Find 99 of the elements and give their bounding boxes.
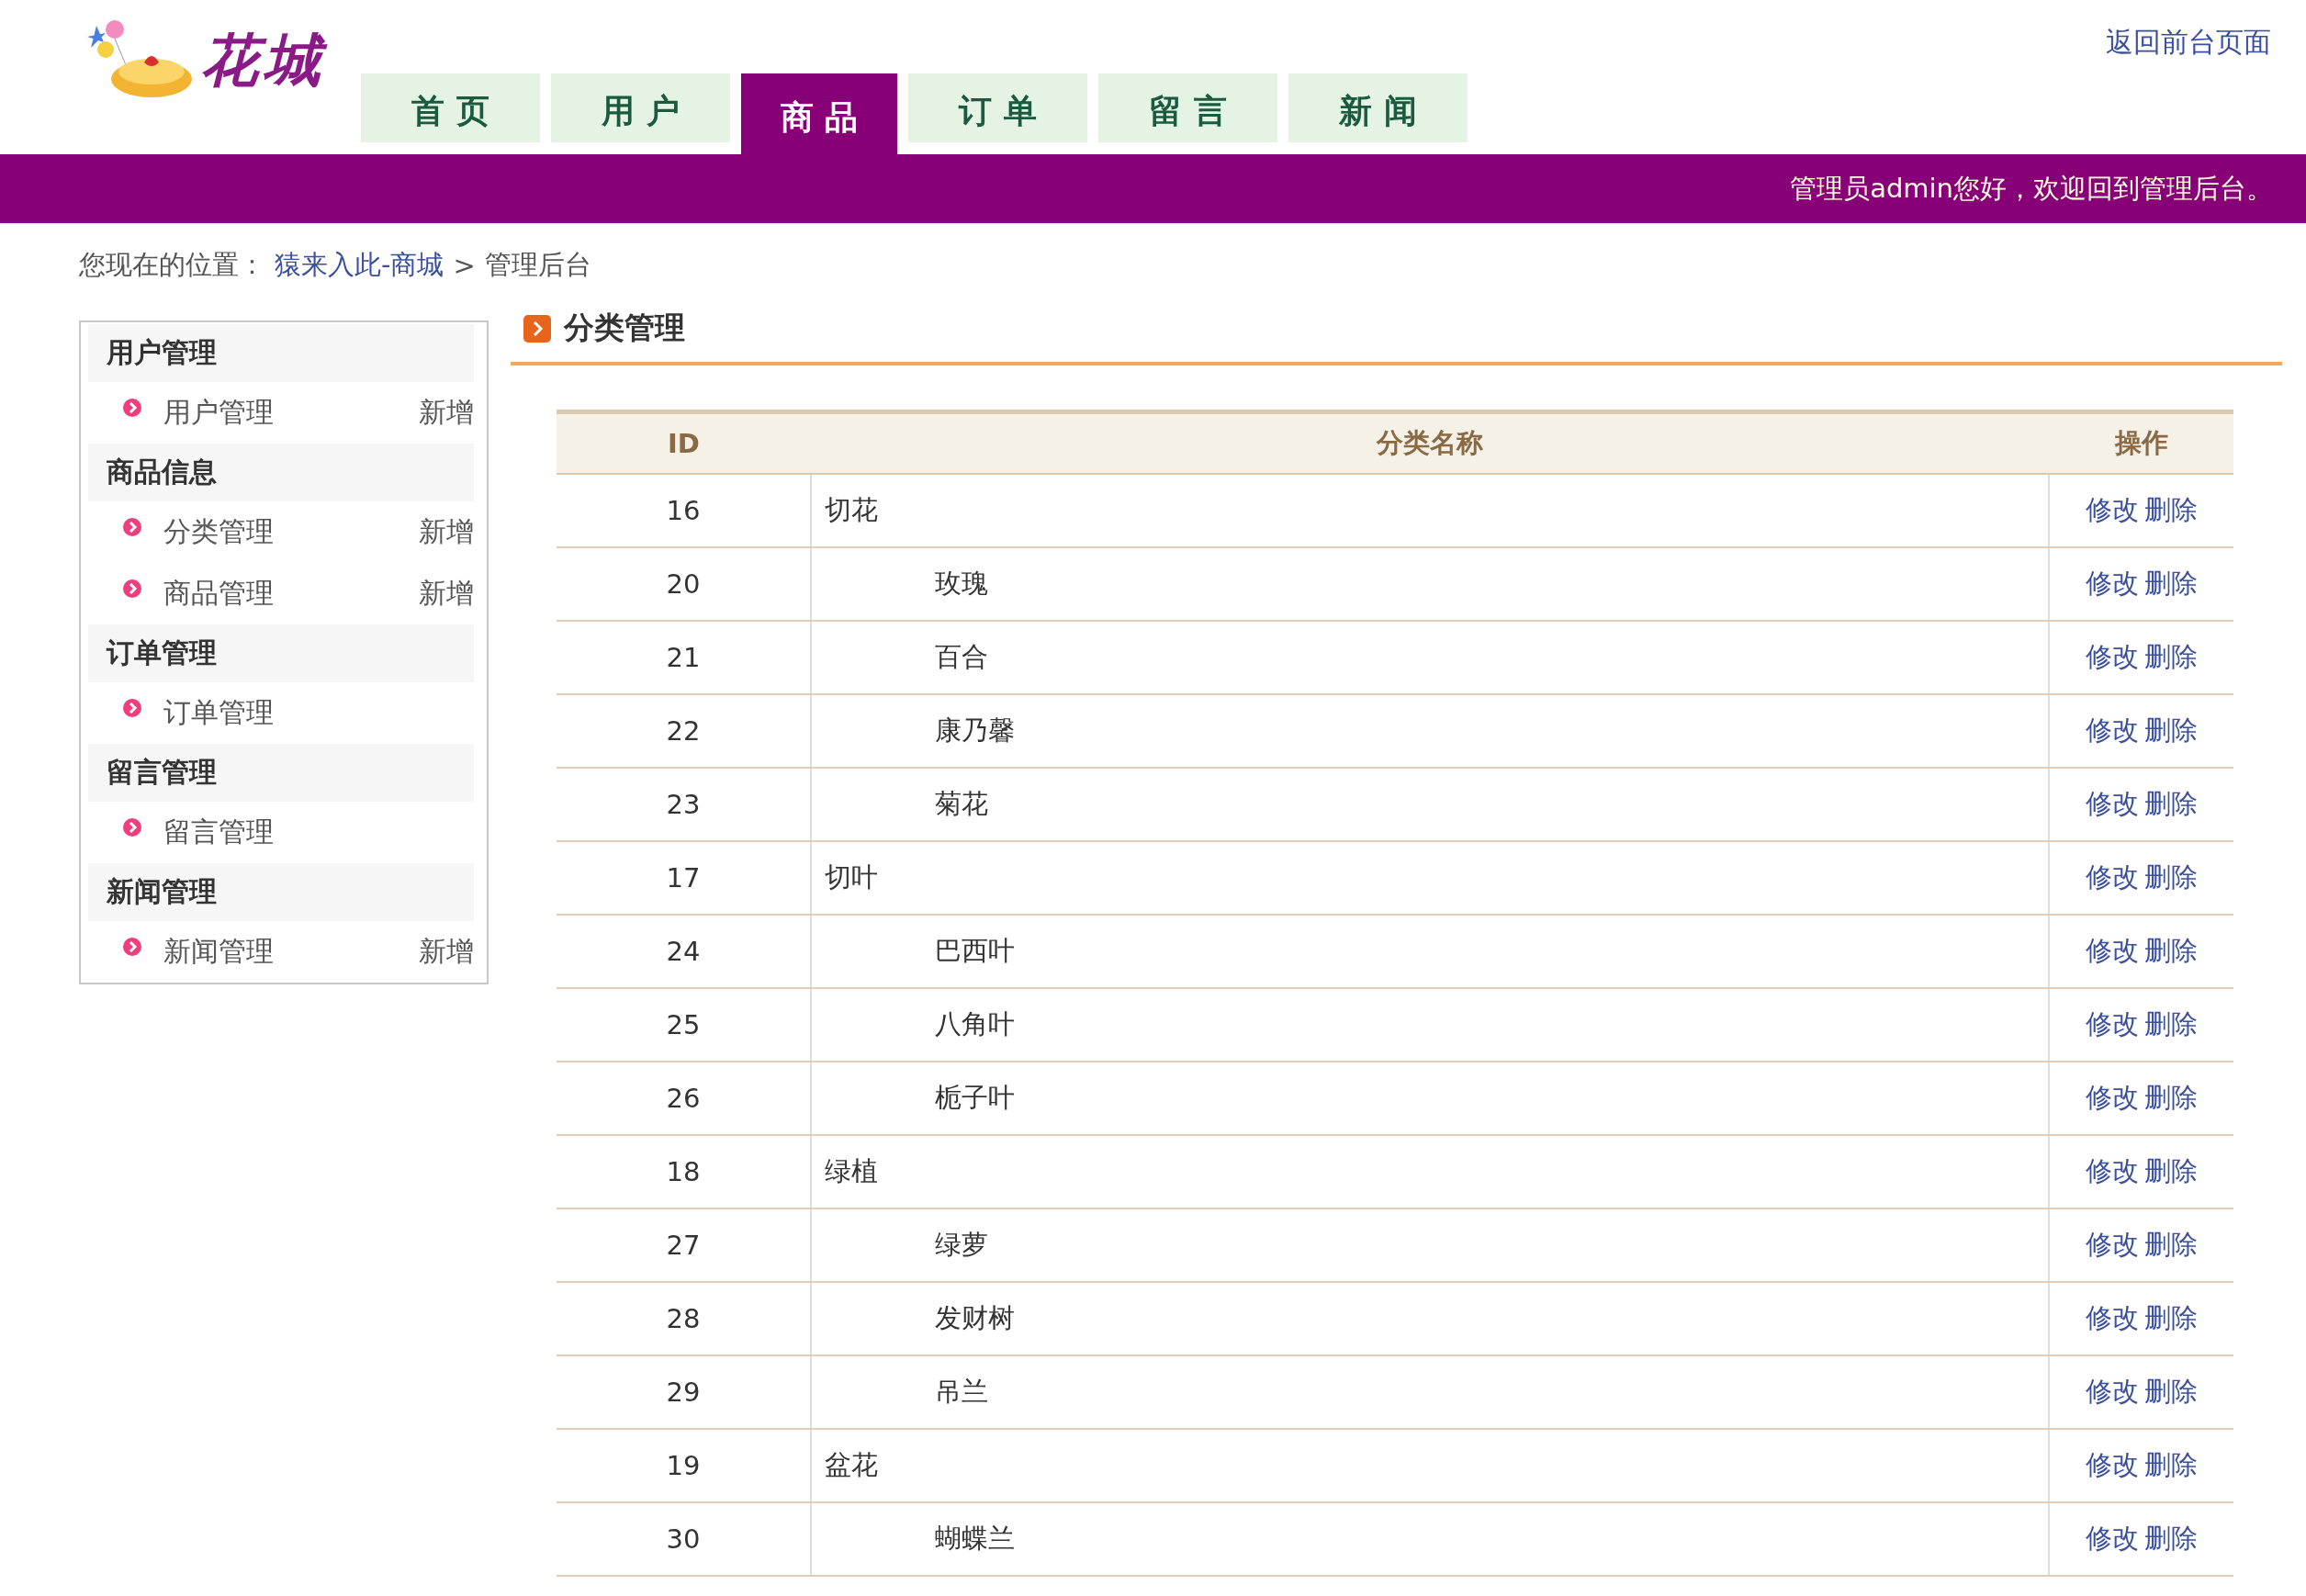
menu-item[interactable]: 订单管理 (163, 694, 474, 732)
edit-link[interactable]: 修改 (2086, 641, 2139, 672)
id-cell: 26 (557, 1062, 811, 1135)
chevron-circle-icon (123, 517, 141, 536)
chevron-circle-icon (123, 937, 141, 956)
category-name-cell: 康乃馨 (811, 694, 2049, 768)
menu-item[interactable]: 用户管理 (163, 394, 419, 432)
menu-item[interactable]: 商品管理 (163, 575, 419, 613)
category-name-cell: 绿植 (811, 1135, 2049, 1208)
delete-link[interactable]: 删除 (2144, 641, 2198, 672)
menu-group-title: 订单管理 (88, 624, 474, 682)
column-header: 分类名称 (811, 411, 2049, 474)
edit-link[interactable]: 修改 (2086, 1302, 2139, 1333)
id-cell: 18 (557, 1135, 811, 1208)
id-cell: 23 (557, 768, 811, 841)
delete-link[interactable]: 删除 (2144, 1376, 2198, 1407)
category-name-cell: 盆花 (811, 1429, 2049, 1502)
nav-tab[interactable]: 留 言 (1098, 73, 1277, 142)
edit-link[interactable]: 修改 (2086, 935, 2139, 966)
edit-link[interactable]: 修改 (2086, 714, 2139, 746)
category-name-cell: 蝴蝶兰 (811, 1502, 2049, 1576)
edit-link[interactable]: 修改 (2086, 1082, 2139, 1113)
delete-link[interactable]: 删除 (2144, 935, 2198, 966)
category-name-cell: 巴西叶 (811, 915, 2049, 988)
menu-item[interactable]: 留言管理 (163, 814, 474, 851)
category-name-cell: 吊兰 (811, 1355, 2049, 1429)
menu-item[interactable]: 分类管理 (163, 513, 419, 551)
id-cell: 29 (557, 1355, 811, 1429)
edit-link[interactable]: 修改 (2086, 861, 2139, 893)
delete-link[interactable]: 删除 (2144, 1523, 2198, 1554)
nav-tab[interactable]: 商 品 (741, 73, 897, 154)
nav-tab[interactable]: 订 单 (908, 73, 1087, 142)
edit-link[interactable]: 修改 (2086, 494, 2139, 525)
id-cell: 17 (557, 841, 811, 915)
delete-link[interactable]: 删除 (2144, 861, 2198, 893)
column-header: ID (557, 411, 811, 474)
id-cell: 28 (557, 1282, 811, 1355)
chevron-circle-icon (123, 398, 141, 417)
id-cell: 22 (557, 694, 811, 768)
edit-link[interactable]: 修改 (2086, 788, 2139, 819)
edit-link[interactable]: 修改 (2086, 1376, 2139, 1407)
breadcrumb-label: 您现在的位置： (79, 248, 265, 282)
id-cell: 27 (557, 1208, 811, 1282)
breadcrumb-separator: > (453, 250, 476, 281)
menu-item[interactable]: 新闻管理 (163, 933, 419, 971)
menu-group-title: 留言管理 (88, 744, 474, 802)
category-name-cell: 菊花 (811, 768, 2049, 841)
edit-link[interactable]: 修改 (2086, 1523, 2139, 1554)
nav-tab[interactable]: 新 闻 (1288, 73, 1468, 142)
breadcrumb-current: 管理后台 (484, 248, 591, 282)
category-name-cell: 八角叶 (811, 988, 2049, 1062)
id-cell: 16 (557, 474, 811, 547)
add-link[interactable]: 新增 (419, 575, 474, 613)
category-name-cell: 切花 (811, 474, 2049, 547)
category-name-cell: 栀子叶 (811, 1062, 2049, 1135)
delete-link[interactable]: 删除 (2144, 1008, 2198, 1040)
delete-link[interactable]: 删除 (2144, 1449, 2198, 1480)
nav-tab[interactable]: 首 页 (361, 73, 540, 142)
menu-group-title: 商品信息 (88, 444, 474, 501)
delete-link[interactable]: 删除 (2144, 494, 2198, 525)
add-link[interactable]: 新增 (419, 933, 474, 971)
section-title: 分类管理 (564, 309, 685, 347)
menu-group-title: 用户管理 (88, 324, 474, 382)
id-cell: 20 (557, 547, 811, 621)
welcome-text: 管理员admin您好，欢迎回到管理后台。 (1790, 171, 2273, 206)
category-name-cell: 绿萝 (811, 1208, 2049, 1282)
delete-link[interactable]: 删除 (2144, 788, 2198, 819)
id-cell: 19 (557, 1429, 811, 1502)
edit-link[interactable]: 修改 (2086, 568, 2139, 599)
chevron-circle-icon (123, 698, 141, 717)
id-cell: 21 (557, 621, 811, 694)
column-header: 操作 (2049, 411, 2233, 474)
delete-link[interactable]: 删除 (2144, 1302, 2198, 1333)
category-name-cell: 切叶 (811, 841, 2049, 915)
nav-tab[interactable]: 用 户 (551, 73, 730, 142)
delete-link[interactable]: 删除 (2144, 1229, 2198, 1260)
edit-link[interactable]: 修改 (2086, 1449, 2139, 1480)
edit-link[interactable]: 修改 (2086, 1229, 2139, 1260)
menu-group-title: 新闻管理 (88, 863, 474, 921)
category-name-cell: 发财树 (811, 1282, 2049, 1355)
delete-link[interactable]: 删除 (2144, 1155, 2198, 1186)
add-link[interactable]: 新增 (419, 513, 474, 551)
id-cell: 24 (557, 915, 811, 988)
back-to-front-link[interactable]: 返回前台页面 (2106, 24, 2271, 62)
chevron-circle-icon (123, 817, 141, 837)
delete-link[interactable]: 删除 (2144, 1082, 2198, 1113)
category-name-cell: 玫瑰 (811, 547, 2049, 621)
add-link[interactable]: 新增 (419, 394, 474, 432)
chevron-circle-icon (123, 579, 141, 598)
category-name-cell: 百合 (811, 621, 2049, 694)
id-cell: 30 (557, 1502, 811, 1576)
logo-text: 花城 (201, 25, 326, 96)
edit-link[interactable]: 修改 (2086, 1155, 2139, 1186)
id-cell: 25 (557, 988, 811, 1062)
arrow-right-icon (523, 314, 551, 343)
edit-link[interactable]: 修改 (2086, 1008, 2139, 1040)
delete-link[interactable]: 删除 (2144, 568, 2198, 599)
breadcrumb-link[interactable]: 猿来入此-商城 (275, 247, 444, 284)
delete-link[interactable]: 删除 (2144, 714, 2198, 746)
